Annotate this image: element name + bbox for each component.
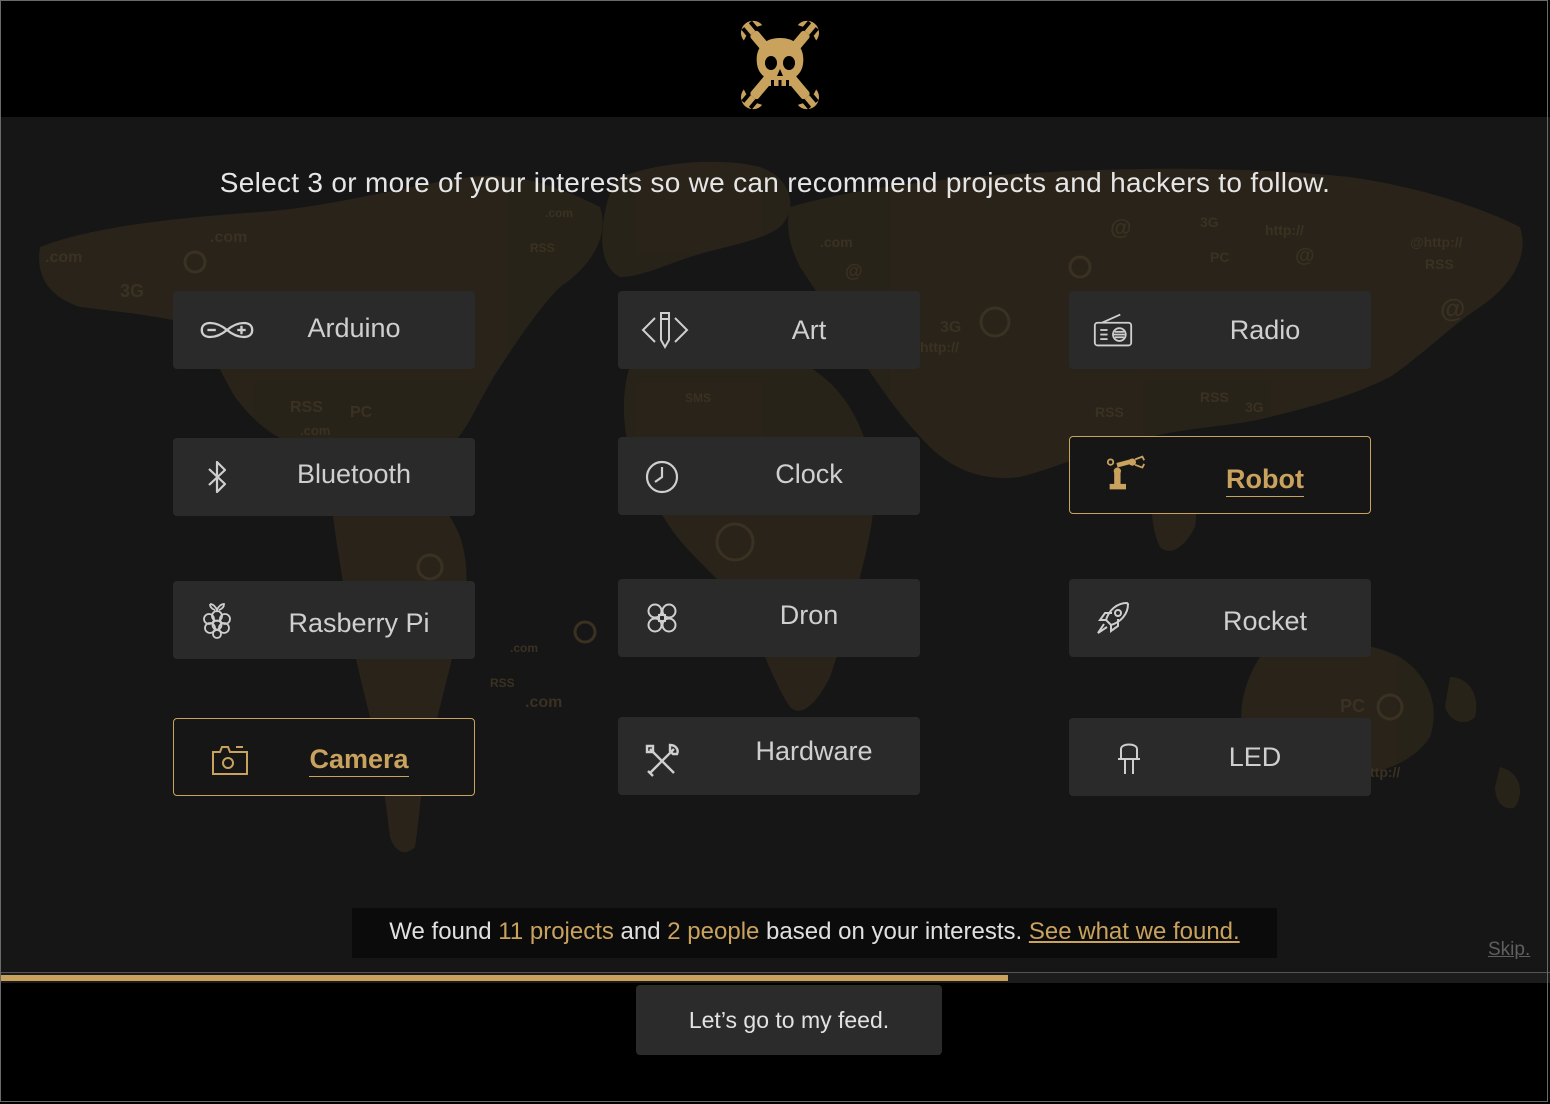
svg-text:RSS: RSS [290, 399, 323, 416]
interest-label: Art [791, 315, 827, 345]
svg-text:RSS: RSS [530, 241, 555, 255]
drone-icon [647, 603, 677, 633]
interest-tile-raspberry-pi[interactable]: Rasberry Pi [173, 581, 475, 659]
svg-text:@: @ [1295, 245, 1315, 267]
results-summary: We found 11 projects and 2 people based … [352, 908, 1277, 958]
interest-tile-rocket[interactable]: Rocket [1069, 579, 1371, 657]
rocket-icon [1097, 601, 1130, 634]
svg-text:.com: .com [210, 229, 247, 246]
summary-suffix: based on your interests. [759, 918, 1023, 945]
interest-tile-hardware[interactable]: Hardware [618, 717, 920, 795]
people-count: 2 people [667, 918, 760, 945]
svg-text:3G: 3G [120, 281, 144, 301]
svg-text:SMS: SMS [685, 391, 711, 405]
interests-panel: .com 3G .com RSS PC .com .com RSS .com 3… [0, 117, 1550, 972]
interest-label-text: Camera [309, 744, 409, 777]
interest-tile-robot[interactable]: Robot [1069, 436, 1371, 514]
interest-label: Radio [1229, 315, 1301, 345]
interest-label: LED [1228, 742, 1282, 772]
svg-text:PC: PC [350, 404, 373, 421]
progress-fill [0, 975, 1008, 981]
world-map-background: .com 3G .com RSS PC .com .com RSS .com 3… [39, 161, 1523, 853]
interest-label: Bluetooth [296, 459, 412, 489]
interest-tile-led[interactable]: LED [1069, 718, 1371, 796]
svg-text:.com: .com [820, 234, 853, 250]
interest-label-text: Robot [1226, 464, 1304, 497]
svg-text:.com: .com [545, 206, 573, 220]
svg-text:@http://: @http:// [1410, 234, 1463, 250]
svg-text:http://: http:// [920, 339, 959, 355]
summary-middle: and [613, 918, 668, 945]
interest-tile-drone[interactable]: Dron [618, 579, 920, 657]
interest-label: Hardware [755, 736, 873, 766]
svg-text:@: @ [1110, 215, 1131, 240]
top-bar [0, 0, 1550, 117]
tools-icon [645, 743, 679, 777]
interest-label: Rocket [1222, 606, 1308, 636]
skull-and-wrenches-icon[interactable] [730, 20, 830, 110]
headline: Select 3 or more of your interests so we… [219, 167, 1331, 198]
go-to-feed-button[interactable]: Let’s go to my feed. [636, 985, 942, 1055]
svg-text:http://: http:// [1265, 222, 1304, 238]
svg-text:3G: 3G [1245, 399, 1264, 415]
svg-text:PC: PC [1210, 249, 1229, 265]
clock-icon [645, 460, 679, 494]
summary-prefix: We found [389, 918, 499, 945]
interest-tile-radio[interactable]: Radio [1069, 291, 1371, 369]
svg-text:RSS: RSS [1425, 256, 1454, 272]
svg-text:@: @ [1440, 293, 1465, 323]
skip-link[interactable]: Skip. [1488, 939, 1530, 961]
svg-text:3G: 3G [940, 319, 961, 336]
progress-bar [0, 972, 1550, 983]
robot-arm-icon [1106, 455, 1145, 490]
bluetooth-icon [208, 460, 227, 494]
svg-text:RSS: RSS [1200, 389, 1229, 405]
interest-label: Rasberry Pi [288, 608, 430, 638]
interest-label: Robot [1170, 440, 1360, 518]
led-icon [1118, 743, 1140, 774]
interest-tile-clock[interactable]: Clock [618, 437, 920, 515]
svg-text:@: @ [845, 261, 863, 281]
camera-icon [212, 746, 248, 775]
interest-tile-camera[interactable]: Camera [173, 718, 475, 796]
svg-text:RSS: RSS [1095, 404, 1124, 420]
interest-label: Camera [254, 720, 464, 798]
svg-text:.com: .com [45, 249, 82, 266]
svg-text:RSS: RSS [490, 676, 515, 690]
pencil-art-icon [641, 312, 689, 350]
projects-count: 11 projects [498, 918, 614, 945]
interest-label: Arduino [307, 313, 401, 343]
interest-tile-bluetooth[interactable]: Bluetooth [173, 438, 475, 516]
interest-tile-art[interactable]: Art [618, 291, 920, 369]
svg-text:3G: 3G [1200, 214, 1219, 230]
interest-label: Clock [775, 459, 843, 489]
interest-tile-arduino[interactable]: Arduino [173, 291, 475, 369]
svg-text:.com: .com [510, 641, 538, 655]
interest-label: Dron [779, 600, 839, 630]
radio-icon [1093, 313, 1133, 347]
svg-text:.com: .com [525, 694, 562, 711]
see-results-link[interactable]: See what we found. [1029, 918, 1240, 945]
svg-text:PC: PC [1340, 696, 1365, 716]
svg-text:ttp://: ttp:// [1370, 764, 1400, 780]
raspberry-pi-icon [203, 603, 231, 639]
